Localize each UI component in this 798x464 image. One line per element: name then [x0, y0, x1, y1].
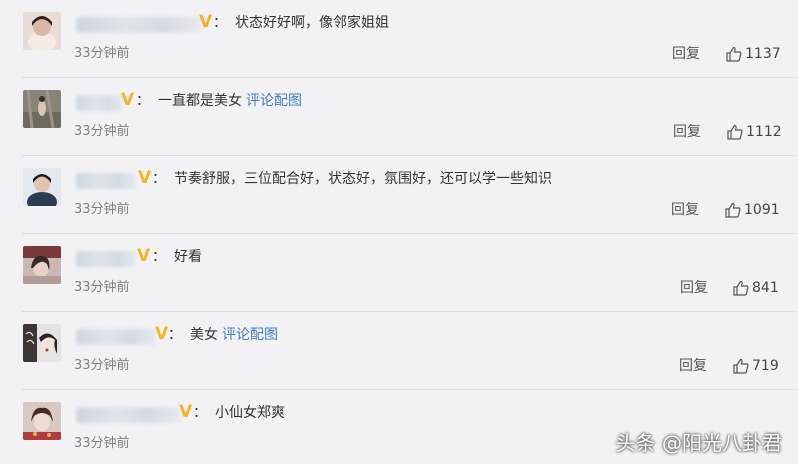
like-button[interactable]: 841 — [733, 279, 779, 297]
like-button[interactable]: 1091 — [725, 201, 780, 219]
avatar[interactable] — [23, 402, 61, 440]
colon: ： — [152, 249, 166, 265]
username-blurred[interactable] — [76, 95, 122, 111]
avatar-image — [23, 12, 61, 50]
colon: ： — [168, 327, 182, 343]
watermark: 头条 @阳光八卦君 — [615, 431, 782, 455]
comment-item: V ： 一直都是美女 评论配图 33分钟前 回复 1112 — [0, 78, 798, 156]
comment-image-link[interactable]: 评论配图 — [246, 93, 302, 109]
comment-body: 好看 — [174, 249, 202, 265]
like-count: 1091 — [744, 202, 780, 218]
colon: ： — [136, 93, 150, 109]
timestamp: 33分钟前 — [74, 202, 130, 217]
comment-text: 节奏舒服，三位配合好，状态好，氛围好，还可以学一些知识 — [174, 169, 552, 189]
username-blurred[interactable] — [76, 407, 180, 423]
avatar[interactable] — [23, 12, 61, 50]
comment-item: V ： 好看 33分钟前 回复 841 — [0, 234, 798, 312]
username-blurred[interactable] — [76, 251, 136, 267]
timestamp: 33分钟前 — [74, 124, 130, 139]
reply-button[interactable]: 回复 — [679, 357, 707, 375]
comment-text: 美女 评论配图 — [190, 325, 278, 345]
comment-item: V ： 状态好好啊，像邻家姐姐 33分钟前 回复 1137 — [0, 0, 798, 78]
avatar[interactable] — [23, 90, 61, 128]
avatar-image — [23, 246, 61, 284]
username-blurred[interactable] — [76, 17, 200, 33]
comment-body: 美女 — [190, 327, 218, 343]
comment-body: 状态好好啊，像邻家姐姐 — [235, 15, 389, 31]
avatar-image — [23, 402, 61, 440]
thumbs-up-icon — [733, 358, 749, 374]
comment-body: 节奏舒服，三位配合好，状态好，氛围好，还可以学一些知识 — [174, 171, 552, 187]
comment-list: V ： 状态好好啊，像邻家姐姐 33分钟前 回复 1137 V ： 一直都是美女… — [0, 0, 798, 464]
comment-item: V ： 美女 评论配图 33分钟前 回复 719 — [0, 312, 798, 390]
colon: ： — [213, 15, 227, 31]
comment-text: 好看 — [174, 247, 202, 267]
comment-image-link[interactable]: 评论配图 — [222, 327, 278, 343]
username-blurred[interactable] — [76, 173, 136, 189]
like-button[interactable]: 1112 — [727, 123, 782, 141]
vip-badge-icon: V — [121, 90, 135, 110]
timestamp: 33分钟前 — [74, 358, 130, 373]
reply-button[interactable]: 回复 — [673, 123, 701, 141]
timestamp: 33分钟前 — [74, 280, 130, 295]
username-blurred[interactable] — [76, 329, 156, 345]
like-button[interactable]: 1137 — [726, 45, 781, 63]
avatar-image — [23, 168, 61, 206]
like-count: 719 — [752, 358, 779, 374]
avatar[interactable] — [23, 246, 61, 284]
thumbs-up-icon — [725, 202, 741, 218]
reply-button[interactable]: 回复 — [671, 201, 699, 219]
timestamp: 33分钟前 — [74, 436, 130, 451]
comment-body: 小仙女郑爽 — [215, 405, 285, 421]
colon: ： — [152, 171, 166, 187]
comment-text: 状态好好啊，像邻家姐姐 — [235, 13, 389, 33]
thumbs-up-icon — [727, 124, 743, 140]
avatar[interactable] — [23, 168, 61, 206]
avatar-image — [23, 324, 61, 362]
timestamp: 33分钟前 — [74, 46, 130, 61]
comment-item: V ： 节奏舒服，三位配合好，状态好，氛围好，还可以学一些知识 33分钟前 回复… — [0, 156, 798, 234]
colon: ： — [193, 405, 207, 421]
thumbs-up-icon — [726, 46, 742, 62]
like-button[interactable]: 719 — [733, 357, 779, 375]
like-count: 1137 — [745, 46, 781, 62]
reply-button[interactable]: 回复 — [672, 45, 700, 63]
comment-text: 一直都是美女 评论配图 — [158, 91, 302, 111]
thumbs-up-icon — [733, 280, 749, 296]
like-count: 841 — [752, 280, 779, 296]
like-count: 1112 — [746, 124, 782, 140]
comment-body: 一直都是美女 — [158, 93, 242, 109]
reply-button[interactable]: 回复 — [680, 279, 708, 297]
vip-badge-icon: V — [137, 246, 151, 266]
avatar[interactable] — [23, 324, 61, 362]
comment-text: 小仙女郑爽 — [215, 403, 285, 423]
avatar-image — [23, 90, 61, 128]
